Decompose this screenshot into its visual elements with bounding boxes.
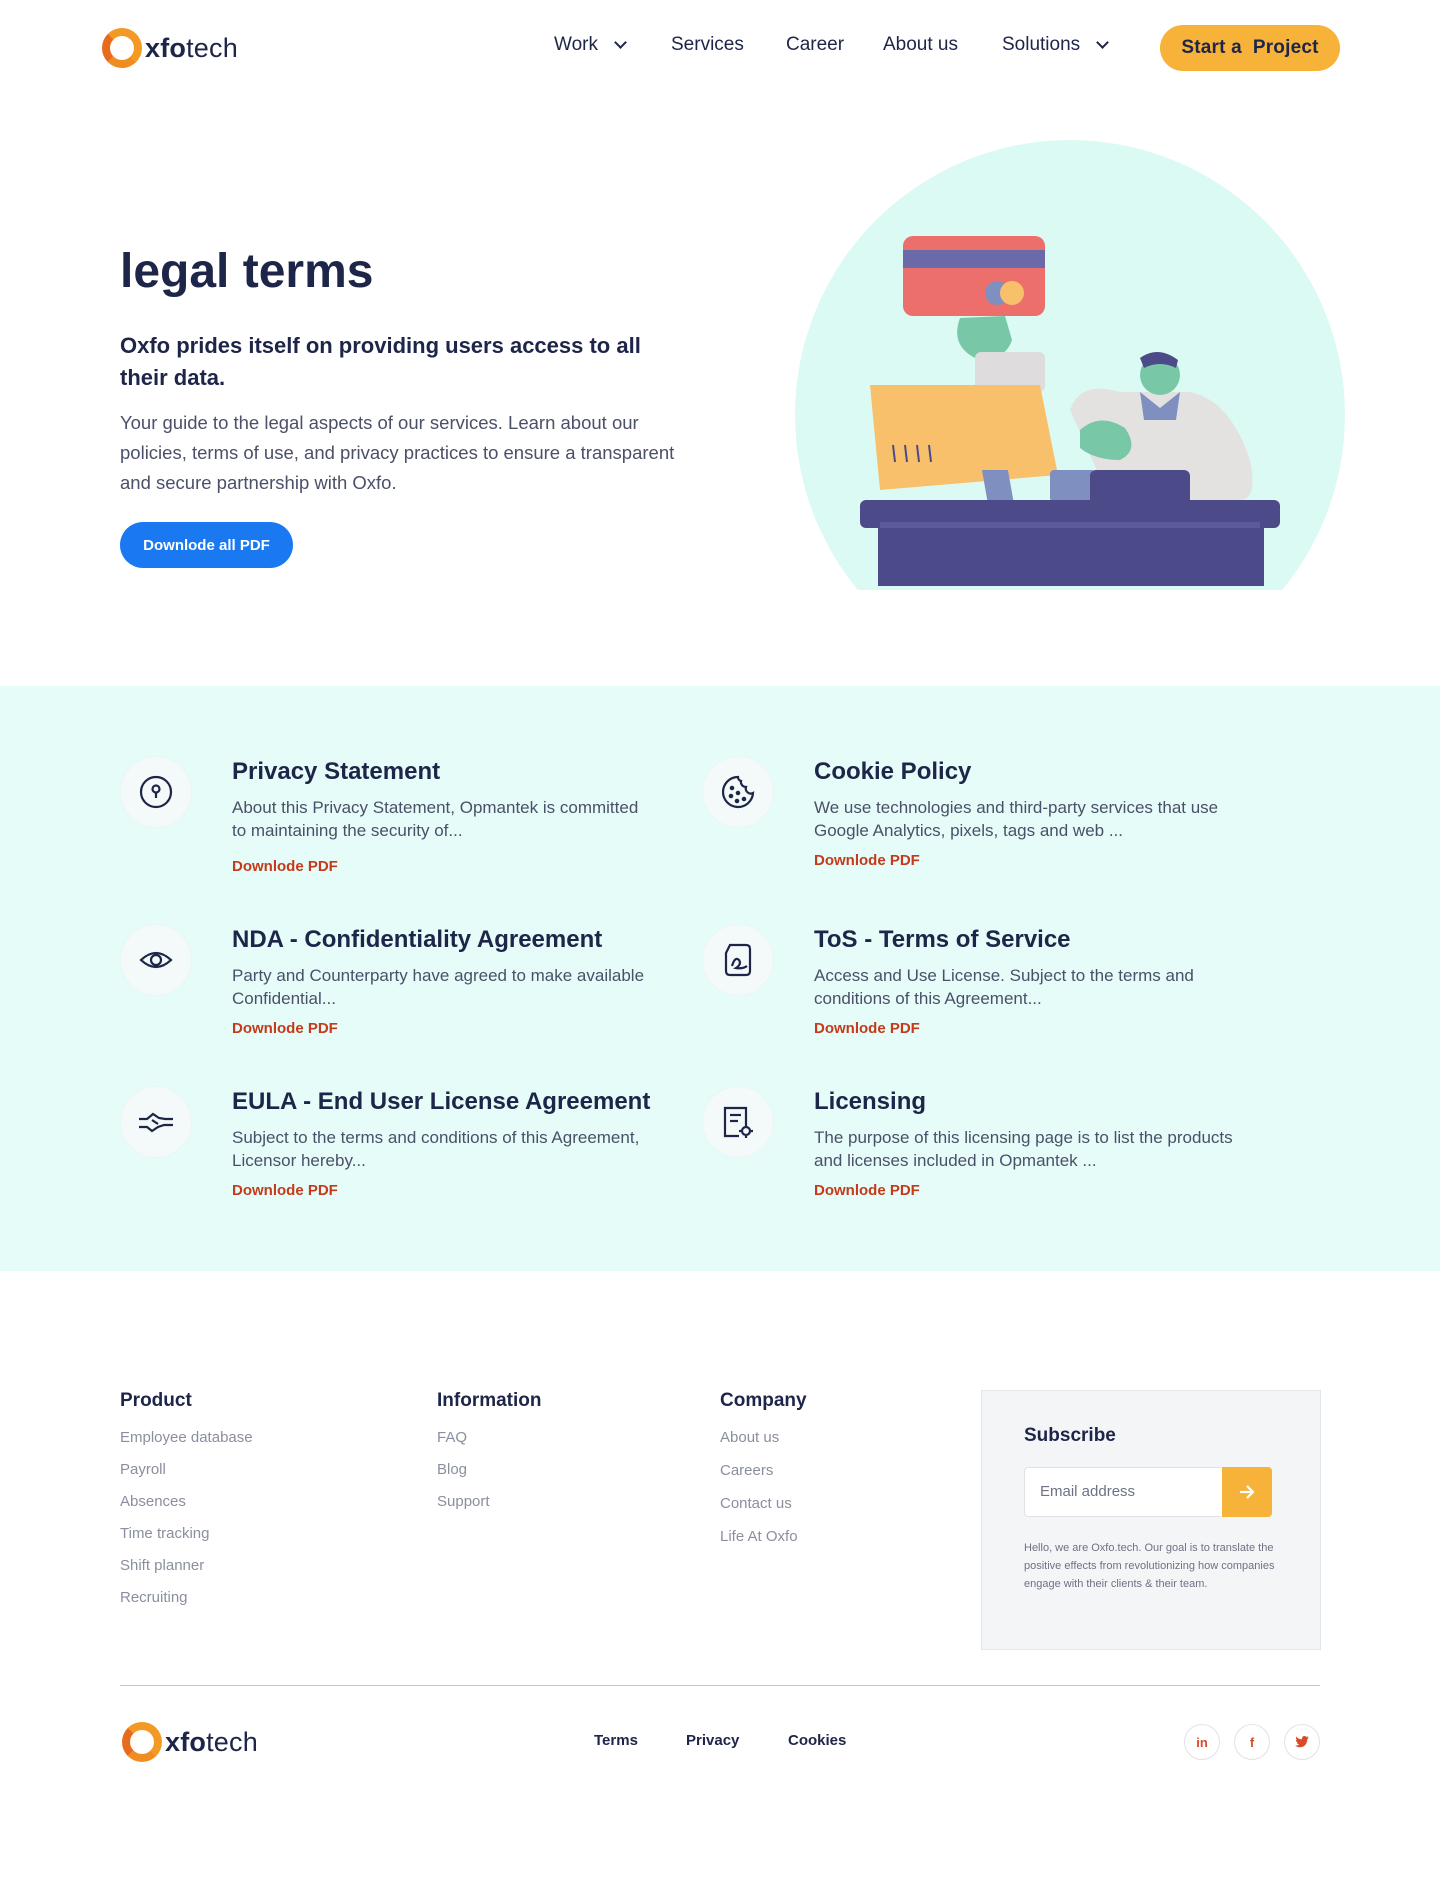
page-title: legal terms: [120, 245, 374, 298]
doc-description: Access and Use License. Subject to the t…: [814, 966, 1194, 1008]
nav-item-label: Services: [671, 34, 744, 55]
download-pdf-link[interactable]: Downlode PDF: [814, 1182, 920, 1199]
legal-documents-section: Privacy Statement About this Privacy Sta…: [0, 686, 1440, 1271]
nav-item-label: Work: [554, 34, 598, 55]
doc-licensing: Licensing The purpose of this licensing …: [702, 1086, 1233, 1206]
logo-text-bold: xfo: [145, 32, 187, 63]
hero-illustration: [795, 140, 1345, 590]
nav-item-label: Career: [786, 34, 845, 55]
download-pdf-link[interactable]: Downlode PDF: [814, 1020, 920, 1037]
nav-item-label: About us: [883, 34, 958, 55]
doc-description: Party and Counterparty have agreed to ma…: [232, 966, 645, 1008]
footer-link[interactable]: Life At Oxfo: [720, 1527, 807, 1560]
twitter-icon[interactable]: [1284, 1724, 1320, 1760]
doc-description: About this Privacy Statement, Opmantek i…: [232, 798, 639, 840]
doc-cookie-policy: Cookie Policy We use technologies and th…: [702, 756, 1218, 876]
top-navigation: xfotech Work Services Career About us So…: [0, 0, 1440, 96]
eye-icon: [120, 924, 192, 996]
footer-divider: [120, 1685, 1320, 1686]
twitter-bird-glyph: [1295, 1736, 1309, 1748]
doc-eula-end-user-license-agreement: EULA - End User License Agreement Subjec…: [120, 1086, 650, 1206]
download-pdf-link[interactable]: Downlode PDF: [814, 852, 920, 869]
linkedin-icon[interactable]: in: [1184, 1724, 1220, 1760]
footer-link[interactable]: Payroll: [120, 1460, 253, 1492]
handshake-icon: [120, 1086, 192, 1158]
footer-link[interactable]: Careers: [720, 1461, 807, 1494]
cookie-icon: [702, 756, 774, 828]
arrow-right-icon: [1240, 1485, 1255, 1499]
doc-description: The purpose of this licensing page is to…: [814, 1128, 1233, 1170]
footer-link[interactable]: FAQ: [437, 1428, 542, 1460]
keyhole-icon: [120, 756, 192, 828]
nav-item-solutions[interactable]: Solutions: [1002, 34, 1110, 56]
footer-column-title: Company: [720, 1390, 807, 1411]
logo-text-bold: xfo: [165, 1726, 207, 1757]
chevron-down-icon: [1096, 35, 1110, 49]
footer-link[interactable]: Support: [437, 1492, 542, 1524]
terms-link[interactable]: Terms: [594, 1732, 638, 1749]
download-all-pdf-button[interactable]: Downlode all PDF: [120, 522, 293, 568]
doc-description: We use technologies and third-party serv…: [814, 798, 1219, 840]
doc-nda-confidentiality-agreement: NDA - Confidentiality Agreement Party an…: [120, 924, 644, 1044]
signed-document-icon: [702, 924, 774, 996]
cookies-link[interactable]: Cookies: [788, 1732, 846, 1749]
doc-title: Privacy Statement: [232, 758, 441, 785]
nav-item-career[interactable]: Career: [786, 34, 844, 56]
privacy-link[interactable]: Privacy: [686, 1732, 739, 1749]
logo-ring-icon: [122, 1722, 162, 1762]
nav-item-label: Solutions: [1002, 34, 1081, 55]
email-input[interactable]: Email address: [1024, 1467, 1222, 1517]
logo-text-rest: tech: [186, 32, 238, 63]
doc-tos-terms-of-service: ToS - Terms of Service Access and Use Li…: [702, 924, 1194, 1044]
doc-title: Licensing: [814, 1088, 927, 1115]
subscribe-submit-button[interactable]: [1222, 1467, 1272, 1517]
hero-subtitle: Oxfo prides itself on providing users ac…: [120, 333, 641, 390]
footer-link[interactable]: Shift planner: [120, 1556, 253, 1588]
start-project-button[interactable]: Start a Project: [1160, 25, 1340, 71]
subscribe-box: Subscribe Email address Hello, we are Ox…: [981, 1390, 1321, 1650]
footer-column-company: Company About us Careers Contact us Life…: [720, 1390, 807, 1560]
footer-link[interactable]: Contact us: [720, 1494, 807, 1527]
doc-privacy-statement: Privacy Statement About this Privacy Sta…: [120, 756, 638, 876]
footer-link[interactable]: About us: [720, 1428, 807, 1461]
subscribe-description: Hello, we are Oxfo.tech. Our goal is to …: [1024, 1542, 1275, 1590]
download-pdf-link[interactable]: Downlode PDF: [232, 858, 338, 875]
footer-logo[interactable]: xfotech: [122, 1722, 258, 1762]
footer-link[interactable]: Recruiting: [120, 1588, 253, 1620]
brand-logo[interactable]: xfotech: [102, 28, 238, 68]
facebook-icon[interactable]: f: [1234, 1724, 1270, 1760]
logo-text-rest: tech: [206, 1726, 258, 1757]
footer-column-title: Information: [437, 1390, 542, 1411]
nav-item-work[interactable]: Work: [554, 34, 627, 56]
subscribe-title: Subscribe: [1024, 1425, 1116, 1446]
download-pdf-link[interactable]: Downlode PDF: [232, 1020, 338, 1037]
footer-column-information: Information FAQ Blog Support: [437, 1390, 542, 1524]
footer-column-product: Product Employee database Payroll Absenc…: [120, 1390, 253, 1620]
chevron-down-icon: [614, 35, 627, 49]
doc-title: Cookie Policy: [814, 758, 972, 785]
nav-item-about-us[interactable]: About us: [883, 34, 958, 56]
footer-link[interactable]: Time tracking: [120, 1524, 253, 1556]
doc-title: NDA - Confidentiality Agreement: [232, 926, 603, 953]
doc-title: ToS - Terms of Service: [814, 926, 1071, 953]
logo-ring-icon: [102, 28, 142, 68]
credit-card-graphic: [903, 236, 1045, 316]
license-document-icon: [702, 1086, 774, 1158]
doc-description: Subject to the terms and conditions of t…: [232, 1128, 640, 1170]
download-pdf-link[interactable]: Downlode PDF: [232, 1182, 338, 1199]
footer-link[interactable]: Absences: [120, 1492, 253, 1524]
hero-description: Your guide to the legal aspects of our s…: [120, 412, 675, 493]
footer-column-title: Product: [120, 1390, 192, 1411]
footer-link[interactable]: Employee database: [120, 1428, 253, 1460]
doc-title: EULA - End User License Agreement: [232, 1088, 651, 1115]
footer-link[interactable]: Blog: [437, 1460, 542, 1492]
nav-item-services[interactable]: Services: [671, 34, 744, 56]
